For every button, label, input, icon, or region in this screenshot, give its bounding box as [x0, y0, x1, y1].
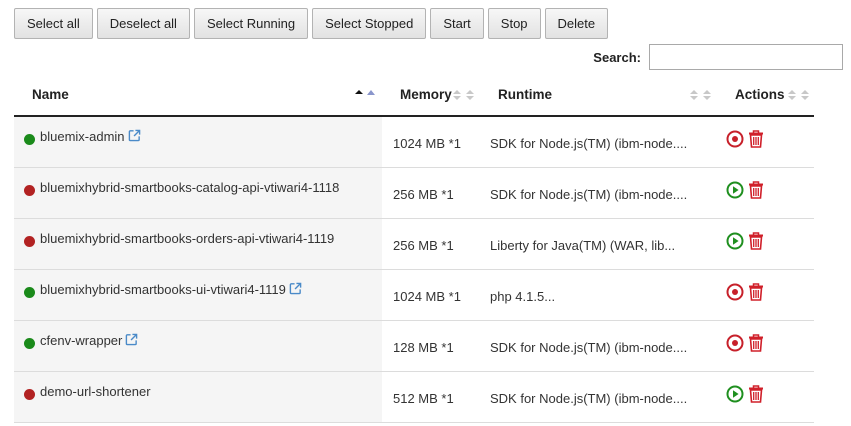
memory-cell: 256 MB *1	[393, 187, 454, 202]
actions-cell	[726, 385, 764, 403]
select-running-button[interactable]: Select Running	[193, 8, 309, 39]
app-name[interactable]: demo-url-shortener	[40, 384, 151, 399]
app-name[interactable]: cfenv-wrapper	[40, 333, 122, 348]
stop-circle-icon[interactable]	[726, 130, 744, 148]
name-cell: bluemixhybrid-smartbooks-catalog-api-vti…	[14, 168, 382, 218]
toolbar: Select all Deselect all Select Running S…	[14, 8, 609, 39]
actions-cell	[726, 283, 764, 301]
status-dot-icon	[24, 185, 35, 196]
app-name[interactable]: bluemixhybrid-smartbooks-ui-vtiwari4-111…	[40, 282, 286, 297]
app-name-wrap: bluemixhybrid-smartbooks-catalog-api-vti…	[40, 180, 339, 195]
runtime-cell: Liberty for Java(TM) (WAR, lib...	[490, 238, 676, 253]
sort-indicator-icon	[367, 90, 375, 95]
name-cell: bluemixhybrid-smartbooks-orders-api-vtiw…	[14, 219, 382, 269]
trash-icon[interactable]	[748, 130, 764, 148]
trash-icon[interactable]	[748, 232, 764, 250]
sort-actions-alt-icon	[800, 90, 810, 100]
trash-icon[interactable]	[748, 283, 764, 301]
sort-actions-icon[interactable]	[787, 90, 797, 100]
start-button[interactable]: Start	[430, 8, 484, 39]
sort-memory-alt-icon	[465, 90, 475, 100]
column-header-name[interactable]: Name	[32, 75, 69, 115]
status-dot-icon	[24, 338, 35, 349]
sort-runtime-alt-icon	[702, 90, 712, 100]
search-box: Search:	[593, 44, 843, 70]
runtime-cell: SDK for Node.js(TM) (ibm-node....	[490, 187, 688, 202]
memory-cell: 1024 MB *1	[393, 289, 461, 304]
actions-cell	[726, 232, 764, 250]
select-stopped-button[interactable]: Select Stopped	[312, 8, 427, 39]
table-row[interactable]: bluemixhybrid-smartbooks-orders-api-vtiw…	[14, 219, 814, 270]
column-header-actions[interactable]: Actions	[735, 75, 785, 115]
runtime-cell: SDK for Node.js(TM) (ibm-node....	[490, 391, 688, 406]
app-name-wrap: bluemix-admin	[40, 129, 141, 144]
app-name[interactable]: bluemixhybrid-smartbooks-catalog-api-vti…	[40, 180, 339, 195]
apps-table: Name Memory Runtime Actions bluemix-admi…	[14, 75, 814, 423]
app-name-wrap: cfenv-wrapper	[40, 333, 138, 348]
name-cell: bluemixhybrid-smartbooks-ui-vtiwari4-111…	[14, 270, 382, 320]
search-label: Search:	[593, 49, 641, 65]
actions-cell	[726, 334, 764, 352]
table-row[interactable]: demo-url-shortener 512 MB *1 SDK for Nod…	[14, 372, 814, 423]
play-circle-icon[interactable]	[726, 385, 744, 403]
sort-ascending-icon[interactable]	[354, 90, 364, 100]
name-cell: bluemix-admin	[14, 117, 382, 167]
memory-cell: 512 MB *1	[393, 391, 454, 406]
app-name-wrap: bluemixhybrid-smartbooks-orders-api-vtiw…	[40, 231, 334, 246]
runtime-cell: php 4.1.5...	[490, 289, 556, 304]
trash-icon[interactable]	[748, 385, 764, 403]
table-row[interactable]: cfenv-wrapper 128 MB *1 SDK for Node.js(…	[14, 321, 814, 372]
status-dot-icon	[24, 287, 35, 298]
deselect-all-button[interactable]: Deselect all	[96, 8, 190, 39]
actions-cell	[726, 130, 764, 148]
sort-memory-icon[interactable]	[452, 90, 462, 100]
app-name-wrap: bluemixhybrid-smartbooks-ui-vtiwari4-111…	[40, 282, 302, 297]
table-row[interactable]: bluemix-admin 1024 MB *1 SDK for Node.js…	[14, 117, 814, 168]
memory-cell: 256 MB *1	[393, 238, 454, 253]
play-circle-icon[interactable]	[726, 181, 744, 199]
memory-cell: 1024 MB *1	[393, 136, 461, 151]
external-link-icon[interactable]	[128, 129, 141, 142]
name-cell: cfenv-wrapper	[14, 321, 382, 371]
app-name-wrap: demo-url-shortener	[40, 384, 151, 399]
trash-icon[interactable]	[748, 334, 764, 352]
trash-icon[interactable]	[748, 181, 764, 199]
stop-circle-icon[interactable]	[726, 283, 744, 301]
stop-circle-icon[interactable]	[726, 334, 744, 352]
actions-cell	[726, 181, 764, 199]
external-link-icon[interactable]	[289, 282, 302, 295]
memory-cell: 128 MB *1	[393, 340, 454, 355]
external-link-icon[interactable]	[125, 333, 138, 346]
app-name[interactable]: bluemixhybrid-smartbooks-orders-api-vtiw…	[40, 231, 334, 246]
table-header: Name Memory Runtime Actions	[14, 75, 814, 117]
select-all-button[interactable]: Select all	[14, 8, 93, 39]
table-body: bluemix-admin 1024 MB *1 SDK for Node.js…	[14, 117, 814, 423]
column-header-memory[interactable]: Memory	[400, 75, 452, 115]
status-dot-icon	[24, 134, 35, 145]
status-dot-icon	[24, 236, 35, 247]
sort-runtime-icon[interactable]	[689, 90, 699, 100]
table-row[interactable]: bluemixhybrid-smartbooks-catalog-api-vti…	[14, 168, 814, 219]
runtime-cell: SDK for Node.js(TM) (ibm-node....	[490, 136, 688, 151]
column-header-runtime[interactable]: Runtime	[498, 75, 552, 115]
play-circle-icon[interactable]	[726, 232, 744, 250]
search-input[interactable]	[649, 44, 843, 70]
stop-button[interactable]: Stop	[487, 8, 541, 39]
delete-button[interactable]: Delete	[544, 8, 609, 39]
table-row[interactable]: bluemixhybrid-smartbooks-ui-vtiwari4-111…	[14, 270, 814, 321]
runtime-cell: SDK for Node.js(TM) (ibm-node....	[490, 340, 688, 355]
status-dot-icon	[24, 389, 35, 400]
app-name[interactable]: bluemix-admin	[40, 129, 125, 144]
name-cell: demo-url-shortener	[14, 372, 382, 422]
